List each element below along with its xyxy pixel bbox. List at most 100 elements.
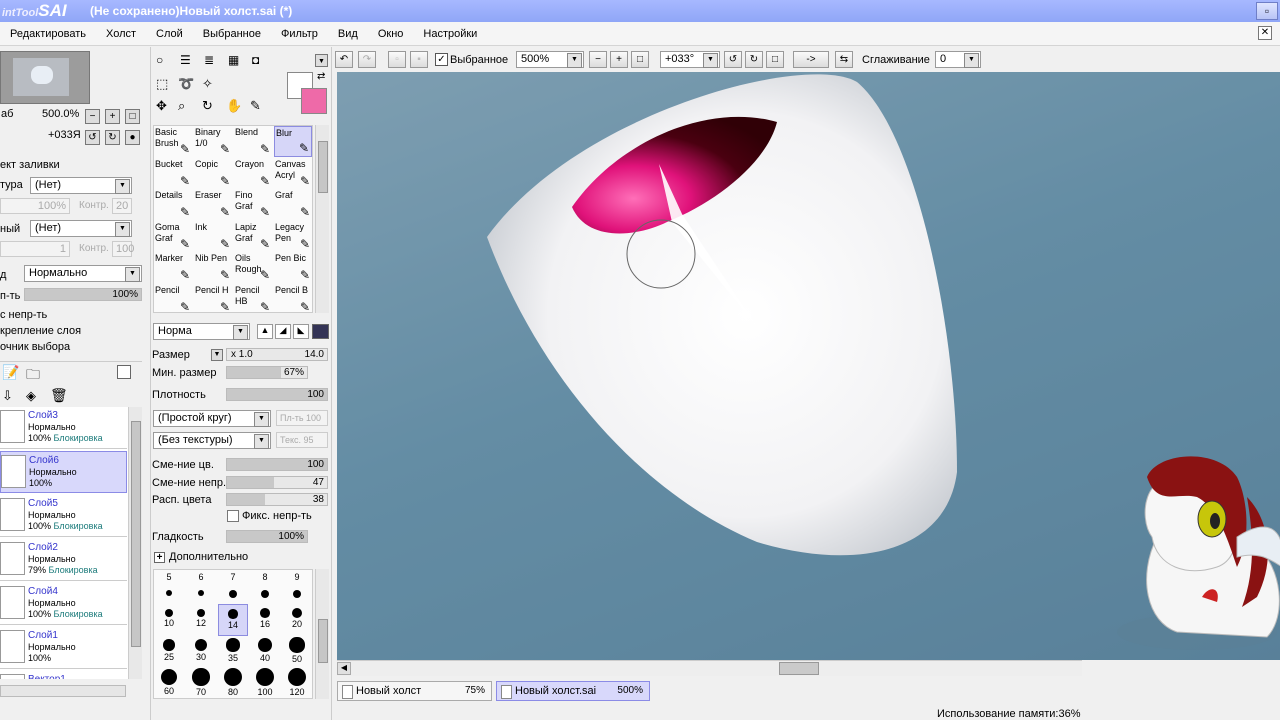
brush-preset[interactable]: Ink ✎ — [194, 221, 232, 252]
brush-preset[interactable]: Canvas Acryl ✎ — [274, 158, 312, 189]
size-preset[interactable]: 35 — [218, 636, 248, 668]
zoom-reset-button[interactable]: □ — [125, 109, 140, 124]
advanced-label[interactable]: Дополнительно — [169, 551, 248, 563]
size-preset[interactable]: 30 — [186, 636, 216, 668]
brush-preset[interactable]: Legacy Pen ✎ — [274, 221, 312, 252]
brush-preset[interactable]: Details ✎ — [154, 189, 192, 220]
selection-source-checkbox[interactable]: очник выбора — [0, 341, 70, 353]
rotate-right-button[interactable]: ↻ — [105, 130, 120, 145]
tip-square-icon[interactable] — [312, 324, 329, 339]
layer-list-scrollbar[interactable] — [128, 407, 142, 679]
grid-icon[interactable]: ▦ — [228, 53, 239, 67]
canvas-hscroll-thumb[interactable] — [779, 662, 819, 675]
eyedropper-icon[interactable]: ✎ — [250, 98, 261, 114]
menu-window[interactable]: Окно — [368, 28, 414, 40]
circle-select-icon[interactable]: ○ — [156, 53, 163, 67]
brush-shape-select[interactable]: (Простой круг) — [153, 410, 271, 427]
texture-scale-field[interactable]: 100% — [0, 198, 70, 214]
effect-value-field[interactable]: 1 — [0, 241, 70, 257]
secondary-color-swatch[interactable] — [301, 88, 327, 114]
mirror-button[interactable]: ⇆ — [835, 51, 853, 68]
toolbar-rotate-right[interactable]: ↻ — [745, 51, 763, 68]
blend-mode-select[interactable]: Нормально — [24, 265, 142, 282]
size-mult-dropdown[interactable]: ▼ — [211, 349, 223, 361]
rotate-icon[interactable]: ↻ — [202, 98, 213, 114]
brush-preset[interactable]: Marker ✎ — [154, 252, 192, 283]
brush-preset[interactable]: Pencil HB ✎ — [234, 284, 272, 315]
size-preset[interactable]: 6 — [186, 572, 216, 604]
color-blend-slider[interactable]: 100 — [226, 458, 328, 471]
size-preset[interactable]: 9 — [282, 572, 312, 604]
flip-button[interactable]: -> — [793, 51, 829, 68]
fix-opacity-checkbox[interactable] — [227, 510, 239, 522]
menu-canvas[interactable]: Холст — [96, 28, 146, 40]
rect-select-icon[interactable]: ⬚ — [156, 76, 168, 92]
hand-icon[interactable]: ✋ — [226, 98, 242, 114]
effect-contrast-field[interactable]: 100 — [112, 241, 134, 257]
size-preset[interactable]: 120 — [282, 668, 312, 698]
size-preset[interactable]: 70 — [186, 668, 216, 698]
brush-preset[interactable]: Eraser ✎ — [194, 189, 232, 220]
brush-preset[interactable]: Binary 1/0 ✎ — [194, 126, 232, 157]
brush-grid-scrollbar[interactable] — [315, 125, 329, 313]
menu-view[interactable]: Вид — [328, 28, 368, 40]
menu-settings[interactable]: Настройки — [413, 28, 487, 40]
tip-flat-icon[interactable]: ▲ — [257, 324, 273, 339]
magic-wand-icon[interactable]: ✧ — [202, 76, 213, 92]
effect-select[interactable]: (Нет) — [30, 220, 132, 237]
toolbar-rotate-reset[interactable]: □ — [766, 51, 784, 68]
menu-selection[interactable]: Выбранное — [193, 28, 271, 40]
invert-selection-button[interactable]: ▪ — [410, 51, 428, 68]
layer-list-hscrollbar[interactable] — [0, 685, 126, 697]
size-preset[interactable]: 60 — [154, 668, 184, 698]
brush-preset[interactable]: Pencil ✎ — [154, 284, 192, 315]
brush-preset[interactable]: Blur ✎ — [274, 126, 312, 157]
layer-item[interactable]: Слой4 Нормально 100% Блокировка — [0, 583, 127, 625]
zoom-icon[interactable]: ⌕ — [178, 98, 185, 114]
layer-mask-icon[interactable] — [117, 365, 131, 379]
brush-preset[interactable]: Pen Bic ✎ — [274, 252, 312, 283]
size-preset[interactable]: 16 — [250, 604, 280, 636]
layer-item[interactable]: Слой3 Нормально 100% Блокировка — [0, 407, 127, 449]
lasso-icon[interactable]: ➰ — [178, 76, 194, 92]
window-control-button[interactable]: ▫ — [1256, 2, 1278, 20]
brush-preset[interactable]: Bucket ✎ — [154, 158, 192, 189]
menu-edit[interactable]: Редактировать — [0, 28, 96, 40]
size-presets-scrollbar[interactable] — [315, 569, 329, 699]
size-preset[interactable]: 50 — [282, 636, 312, 668]
brush-preset[interactable]: Pencil H ✎ — [194, 284, 232, 315]
selection-checkbox[interactable]: ✓ — [435, 53, 448, 66]
redo-button[interactable]: ↷ — [358, 51, 376, 68]
brush-preset[interactable]: Blend ✎ — [234, 126, 272, 157]
trash-icon[interactable]: 🗑 — [50, 387, 68, 404]
rotate-left-button[interactable]: ↺ — [85, 130, 100, 145]
angle-select[interactable]: +033° — [660, 51, 720, 68]
menu-layer[interactable]: Слой — [146, 28, 193, 40]
brush-preset[interactable]: Oils Rough ✎ — [234, 252, 272, 283]
tab-new-canvas[interactable]: Новый холст 75% — [337, 681, 492, 701]
density-slider[interactable]: 100 — [226, 388, 328, 401]
navigator-preview[interactable] — [0, 51, 90, 104]
lines-icon[interactable]: ☰ — [180, 53, 191, 67]
undo-button[interactable]: ↶ — [335, 51, 353, 68]
zoom-in-button[interactable]: + — [105, 109, 120, 124]
size-slider[interactable]: x 1.0 14.0 — [226, 348, 328, 361]
layer-item[interactable]: Слой2 Нормально 79% Блокировка — [0, 539, 127, 581]
smooth-slider[interactable]: 100% — [226, 530, 308, 543]
folder-icon[interactable]: 🗀 — [26, 364, 40, 388]
size-preset[interactable]: 80 — [218, 668, 248, 698]
min-size-slider[interactable]: 67% — [226, 366, 308, 379]
toolbar-zoom-in[interactable]: + — [610, 51, 628, 68]
move-icon[interactable]: ✥ — [156, 98, 167, 114]
expand-icon[interactable]: + — [154, 552, 165, 563]
tip-round-icon[interactable]: ◢ — [275, 324, 291, 339]
layer-item[interactable]: Вектор1 — [0, 671, 127, 679]
transfer-down-icon[interactable]: ⇩ — [2, 388, 13, 404]
layer-item[interactable]: Слой5 Нормально 100% Блокировка — [0, 495, 127, 537]
texture-select[interactable]: (Нет) — [30, 177, 132, 194]
eraser-mode-icon[interactable]: ◘ — [252, 53, 259, 67]
tab-new-canvas-sai[interactable]: Новый холст.sai 500% — [496, 681, 650, 701]
merge-down-icon[interactable]: ◈ — [26, 388, 36, 404]
collapse-button[interactable]: ▼ — [315, 54, 328, 67]
deselect-button[interactable]: ▫ — [388, 51, 406, 68]
